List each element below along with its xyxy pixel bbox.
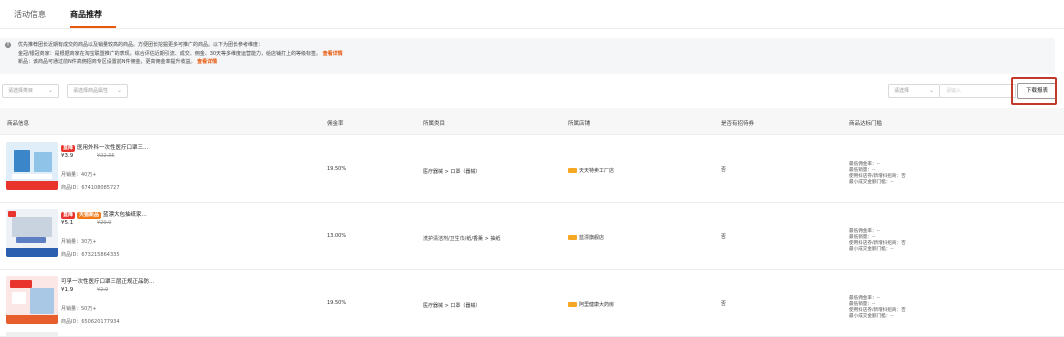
commission-rate: 19.50% (327, 300, 347, 306)
monthly-sales: 月销量：40万+ (61, 172, 97, 178)
table-row: 直降 医用外科一次性医疗口罩三... ¥3.9 ¥22.35 月销量：40万+ 商品ID：… (0, 136, 1064, 203)
shop-badge-icon (568, 168, 577, 173)
tab-activity-info[interactable]: 活动信息 (14, 9, 46, 20)
threshold-line: 最小成交金额门槛：-- (849, 314, 894, 319)
tab-product-recommend[interactable]: 商品推荐 (70, 9, 102, 20)
coupon-flag: 否 (721, 167, 727, 173)
table-row: 直降 天猫新品 蓝漂大包抽纸家... ¥5.1 ¥29.9 月销量：30万+ 商品ID：67… (0, 203, 1064, 270)
thumb-shape (16, 237, 46, 243)
shop-badge-icon (568, 235, 577, 240)
col-shop: 所属店铺 (568, 121, 591, 127)
category-select[interactable]: 请选择类目 ⌄ (2, 84, 59, 98)
product-id: 商品ID：673215864335 (61, 252, 120, 258)
active-tab-indicator (70, 26, 116, 28)
chevron-down-icon: ⌄ (116, 87, 122, 94)
search-input[interactable]: 请输入 (940, 84, 1016, 98)
monthly-sales: 月销量：30万+ (61, 239, 97, 245)
next-row-thumbnail (6, 332, 58, 337)
thumb-shape (30, 288, 54, 314)
chevron-down-icon: ⌄ (47, 87, 53, 94)
product-title[interactable]: 直降 天猫新品 蓝漂大包抽纸家... (61, 210, 147, 219)
original-price: ¥29.9 (97, 220, 112, 226)
thumb-shape (12, 292, 26, 304)
thumb-shape (34, 152, 52, 172)
tab-bar: 活动信息 商品推荐 (0, 0, 1064, 29)
promo-tag: 天猫新品 (77, 212, 102, 219)
attribute-select[interactable]: 请选择商品属性 ⌄ (67, 84, 128, 98)
chevron-down-icon: ⌄ (928, 87, 934, 94)
shop-name[interactable]: 阿里健康大药房 (568, 301, 614, 308)
thumb-shape (8, 211, 16, 217)
product-thumbnail[interactable] (6, 142, 58, 190)
notice-line-3: 新品：该商品可通过前N件高佣招商专区设置前N件佣金，更高佣金率提升收益。 查看详… (18, 59, 218, 65)
thumb-bar (6, 181, 58, 190)
category-path: 洗护清洁剂/卫生巾/纸/香薰 > 抽纸 (423, 236, 501, 242)
table-header: 商品信息 佣金率 所属类目 所属店铺 是否有招待券 商品达标门槛 (0, 108, 1064, 135)
col-commission: 佣金率 (327, 121, 344, 127)
commission-rate: 19.50% (327, 166, 347, 172)
col-product-info: 商品信息 (7, 121, 30, 127)
notice-line-2: 金冠/银冠商家：是根据商家在淘宝联盟推广的表现，综合评估近期引流、成交、佣金、3… (18, 50, 343, 57)
col-threshold: 商品达标门槛 (849, 121, 883, 127)
product-id: 商品ID：674108085727 (61, 185, 120, 191)
product-title[interactable]: 直降 医用外科一次性医疗口罩三... (61, 143, 148, 152)
product-price: ¥5.1 (61, 220, 74, 226)
product-thumbnail[interactable] (6, 209, 58, 257)
product-title[interactable]: 可孚一次性医疗口罩三层正规正品防... (61, 277, 154, 285)
threshold-line: 最小成交金额门槛：-- (849, 180, 894, 185)
product-price: ¥1.9 (61, 287, 74, 293)
shop-name[interactable]: 天天特卖工厂店 (568, 167, 614, 174)
threshold-info: 最低佣金率：-- 最低销量：-- 使用抖店券/新增抖招商：否 最小成交金额门槛：-- (849, 162, 906, 186)
threshold-info: 最低佣金率：-- 最低销量：-- 使用抖店券/新增抖招商：否 最小成交金额门槛：-- (849, 229, 906, 253)
col-coupon: 是否有招待券 (721, 121, 755, 127)
product-thumbnail[interactable] (6, 276, 58, 324)
search-type-select[interactable]: 请选择 ⌄ (888, 84, 940, 98)
product-id: 商品ID：650620177934 (61, 319, 120, 325)
product-price: ¥3.9 (61, 153, 74, 159)
original-price: ¥2.9 (97, 287, 109, 293)
promo-tag: 直降 (61, 145, 76, 152)
shop-name[interactable]: 蓝漂旗舰店 (568, 234, 604, 241)
table-row: 可孚一次性医疗口罩三层正规正品防... ¥1.9 ¥2.9 月销量：50万+ 商品ID：… (0, 270, 1064, 337)
thumb-bar (6, 315, 58, 324)
category-path: 医疗器械 > 口罩（器械） (423, 169, 481, 175)
highlight-box (1011, 77, 1057, 105)
thumb-bar (6, 248, 58, 257)
col-category: 所属类目 (423, 121, 446, 127)
commission-rate: 13.00% (327, 233, 347, 239)
category-path: 医疗器械 > 口罩（器械） (423, 303, 481, 309)
promo-tag: 直降 (61, 212, 76, 219)
coupon-flag: 否 (721, 301, 727, 307)
notice-detail-link-2[interactable]: 查看详情 (197, 59, 217, 65)
thumb-shape (12, 217, 52, 237)
thumb-shape (12, 174, 52, 179)
thumb-shape (10, 280, 32, 288)
info-notice: ! 优先推荐团长近期有成交的商品以及销量较高的商品。方便团长挖掘更多可推广的商品… (0, 38, 1055, 74)
info-icon: ! (5, 42, 11, 48)
thumb-shape (14, 150, 30, 172)
shop-badge-icon (568, 302, 577, 307)
threshold-info: 最低佣金率：-- 最低销量：-- 使用抖店券/新增抖招商：否 最小成交金额门槛：-- (849, 296, 906, 320)
coupon-flag: 否 (721, 234, 727, 240)
original-price: ¥22.35 (97, 153, 115, 159)
notice-line-1: 优先推荐团长近期有成交的商品以及销量较高的商品。方便团长挖掘更多可推广的商品。以… (18, 42, 264, 48)
notice-detail-link-1[interactable]: 查看详情 (323, 51, 343, 57)
monthly-sales: 月销量：50万+ (61, 306, 97, 312)
threshold-line: 最小成交金额门槛：-- (849, 247, 894, 252)
